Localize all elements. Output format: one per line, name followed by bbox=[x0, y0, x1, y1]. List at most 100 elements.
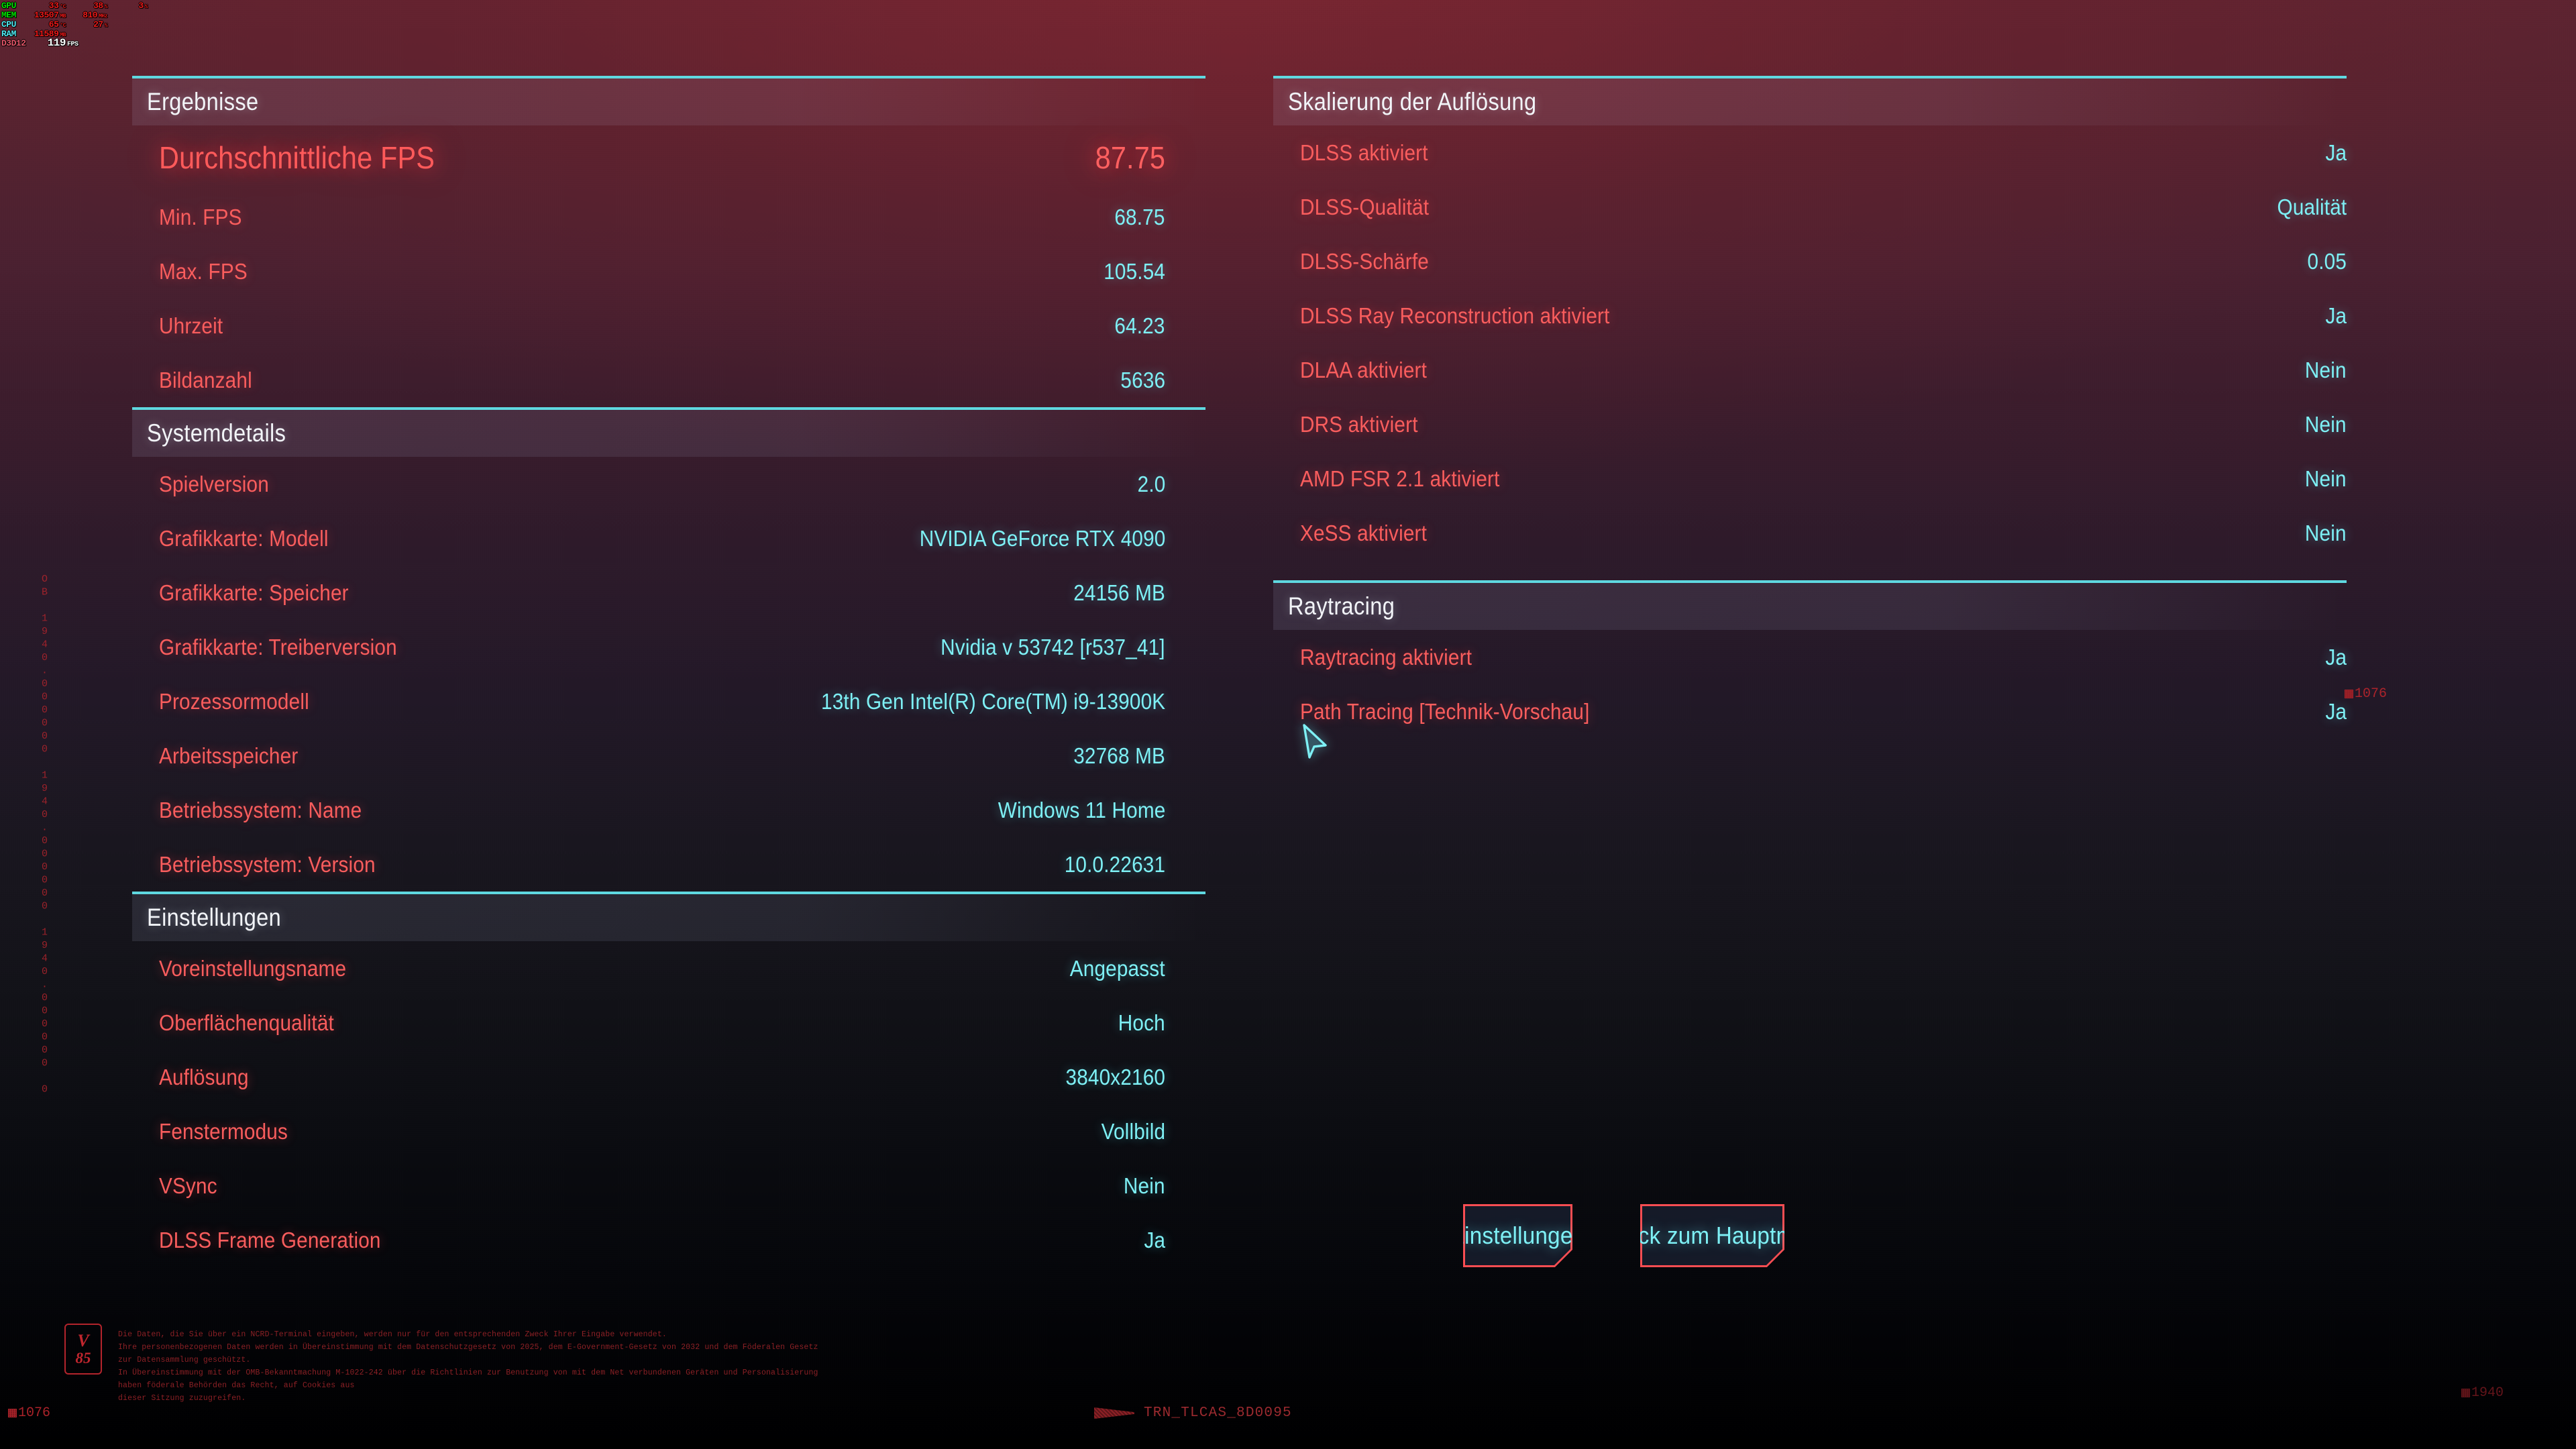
overlay-row-label: CPU bbox=[1, 19, 16, 30]
row-value: Hoch bbox=[1118, 1010, 1165, 1035]
row-key: AMD FSR 2.1 aktiviert bbox=[1300, 466, 1500, 491]
row-value: Windows 11 Home bbox=[998, 797, 1165, 822]
legal-text: Die Daten, die Sie über ein NCRD-Termina… bbox=[118, 1324, 829, 1405]
section-header-results: Ergebnisse bbox=[132, 76, 1205, 125]
row-key: Max. FPS bbox=[159, 258, 248, 284]
overlay-metric-value: 810 bbox=[83, 10, 98, 20]
row-key: Voreinstellungsname bbox=[159, 955, 347, 981]
glitch-square-icon bbox=[2344, 690, 2353, 698]
glitch-square-icon bbox=[2461, 1389, 2470, 1397]
table-row: Grafikkarte: Speicher 24156 MB bbox=[132, 566, 1165, 620]
corner-marker-bottom-right: 1940 bbox=[2461, 1385, 2504, 1401]
overlay-row: GPU 33 °C 38% 3% bbox=[1, 1, 148, 11]
table-row: Path Tracing [Technik-Vorschau] Ja bbox=[1273, 684, 2347, 739]
table-row: DLSS Ray Reconstruction aktiviert Ja bbox=[1273, 288, 2347, 343]
benchmark-results-screen: GPU 33 °C 38% 3% MEM 13507 MB 810 MHz CPU 65 °C 27% RA… bbox=[0, 0, 2576, 1449]
row-value: 3840x2160 bbox=[1065, 1064, 1165, 1089]
table-row: XeSS aktiviert Nein bbox=[1273, 506, 2347, 560]
version-badge-top: V bbox=[77, 1331, 89, 1351]
overlay-api-label: D3D12 bbox=[1, 38, 26, 48]
table-row: Fenstermodus Vollbild bbox=[132, 1104, 1165, 1159]
settings-button[interactable]: Einstellungen bbox=[1463, 1204, 1572, 1267]
version-badge-bottom: 85 bbox=[75, 1349, 91, 1366]
table-row: Betriebssystem: Name Windows 11 Home bbox=[132, 783, 1165, 837]
overlay-fps-row: D3D12 119 FPS bbox=[1, 37, 148, 51]
table-row: Bildanzahl 5636 bbox=[132, 353, 1165, 407]
section-header-upscaling: Skalierung der Auflösung bbox=[1273, 76, 2347, 125]
settings-row-list: Voreinstellungsname Angepasst Oberflächenq… bbox=[132, 941, 1205, 1267]
overlay-metric-value: 27 bbox=[93, 19, 103, 30]
overlay-metric-unit: MB bbox=[60, 13, 66, 19]
version-badge: V 85 bbox=[64, 1324, 102, 1375]
upscaling-row-list: DLSS aktiviert Ja DLSS-Qualität Qualität DLS… bbox=[1273, 125, 2347, 560]
row-key: VSync bbox=[159, 1173, 217, 1198]
table-row: Auflösung 3840x2160 bbox=[132, 1050, 1165, 1104]
settings-button-label: Einstellungen bbox=[1450, 1222, 1586, 1249]
overlay-row-label: RAM bbox=[1, 29, 16, 39]
back-to-main-menu-button[interactable]: Zurück zum Hauptmenü bbox=[1640, 1204, 1784, 1267]
overlay-metric: 13507 MB bbox=[25, 11, 66, 21]
table-row: DLSS-Qualität Qualität bbox=[1273, 180, 2347, 234]
section-title-upscaling: Skalierung der Auflösung bbox=[1288, 88, 1537, 115]
row-value: Ja bbox=[1144, 1227, 1165, 1252]
row-value: Nvidia v 53742 [r537_41] bbox=[941, 634, 1165, 659]
center-tag: TRN_TLCAS_8D0095 bbox=[1094, 1405, 1292, 1421]
row-value: Angepasst bbox=[1070, 955, 1165, 981]
overlay-metric-unit: MHz bbox=[99, 13, 107, 19]
right-column: Skalierung der Auflösung DLSS aktiviert J… bbox=[1273, 76, 2347, 739]
row-value: Qualität bbox=[2277, 194, 2347, 219]
row-key: Grafikkarte: Speicher bbox=[159, 580, 349, 605]
vertical-code-left: OB 1940.000000 1940.000000 1940.000000 0 bbox=[39, 574, 50, 1097]
table-row: Betriebssystem: Version 10.0.22631 bbox=[132, 837, 1165, 892]
button-bar: Einstellungen Zurück zum Hauptmenü bbox=[1463, 1204, 1784, 1267]
overlay-metric-value: 13507 bbox=[34, 10, 59, 20]
row-value: Vollbild bbox=[1101, 1118, 1165, 1144]
row-value: Nein bbox=[2305, 466, 2347, 491]
row-value: 5636 bbox=[1120, 367, 1165, 392]
table-row: Voreinstellungsname Angepasst bbox=[132, 941, 1165, 996]
row-value: 0.05 bbox=[2307, 248, 2347, 274]
row-key: Prozessormodell bbox=[159, 688, 309, 714]
overlay-row-label: GPU bbox=[1, 1, 16, 11]
row-key: Uhrzeit bbox=[159, 313, 223, 338]
table-row: DLSS Frame Generation Ja bbox=[132, 1213, 1165, 1267]
overlay-metric-unit: °C bbox=[60, 23, 66, 29]
main-menu-button-label: Zurück zum Hauptmenü bbox=[1592, 1222, 1833, 1249]
row-key: Grafikkarte: Modell bbox=[159, 525, 329, 551]
table-row: DLAA aktiviert Nein bbox=[1273, 343, 2347, 397]
table-row: Spielversion 2.0 bbox=[132, 457, 1165, 511]
wedge-icon bbox=[1094, 1407, 1134, 1419]
table-row: Grafikkarte: Modell NVIDIA GeForce RTX 40… bbox=[132, 511, 1165, 566]
section-title-system: Systemdetails bbox=[147, 419, 286, 447]
table-row: Max. FPS 105.54 bbox=[132, 244, 1165, 299]
row-value: 87.75 bbox=[1095, 140, 1165, 175]
overlay-fps-value: 119 bbox=[47, 37, 66, 49]
row-value: Ja bbox=[2325, 303, 2347, 328]
row-key: DLSS Ray Reconstruction aktiviert bbox=[1300, 303, 1610, 328]
row-key: Bildanzahl bbox=[159, 367, 252, 392]
row-value: 24156 MB bbox=[1073, 580, 1165, 605]
table-row: DRS aktiviert Nein bbox=[1273, 397, 2347, 451]
overlay-fps-unit: FPS bbox=[67, 41, 78, 48]
left-column: Ergebnisse Durchschnittliche FPS 87.75 Min… bbox=[132, 76, 1205, 1267]
table-row: DLSS aktiviert Ja bbox=[1273, 125, 2347, 180]
row-key: DRS aktiviert bbox=[1300, 411, 1418, 437]
overlay-metric: 3% bbox=[107, 1, 148, 11]
center-tag-label: TRN_TLCAS_8D0095 bbox=[1144, 1405, 1292, 1421]
table-row: Grafikkarte: Treiberversion Nvidia v 5374… bbox=[132, 620, 1165, 674]
legal-notice: V 85 Die Daten, die Sie über ein NCRD-Te… bbox=[64, 1324, 829, 1405]
row-value: Nein bbox=[2305, 411, 2347, 437]
raytracing-row-list: Raytracing aktiviert Ja Path Tracing [Tech… bbox=[1273, 630, 2347, 739]
overlay-row-label: MEM bbox=[1, 10, 16, 20]
overlay-metric-unit: % bbox=[144, 4, 148, 10]
table-row: AMD FSR 2.1 aktiviert Nein bbox=[1273, 451, 2347, 506]
table-row: DLSS-Schärfe 0.05 bbox=[1273, 234, 2347, 288]
row-value: Nein bbox=[2305, 357, 2347, 382]
overlay-metric-unit: °C bbox=[60, 4, 66, 10]
row-value: 32768 MB bbox=[1073, 743, 1165, 768]
section-title-settings: Einstellungen bbox=[147, 904, 282, 931]
table-row: Raytracing aktiviert Ja bbox=[1273, 630, 2347, 684]
table-row: Oberflächenqualität Hoch bbox=[132, 996, 1165, 1050]
row-key: Spielversion bbox=[159, 471, 269, 496]
